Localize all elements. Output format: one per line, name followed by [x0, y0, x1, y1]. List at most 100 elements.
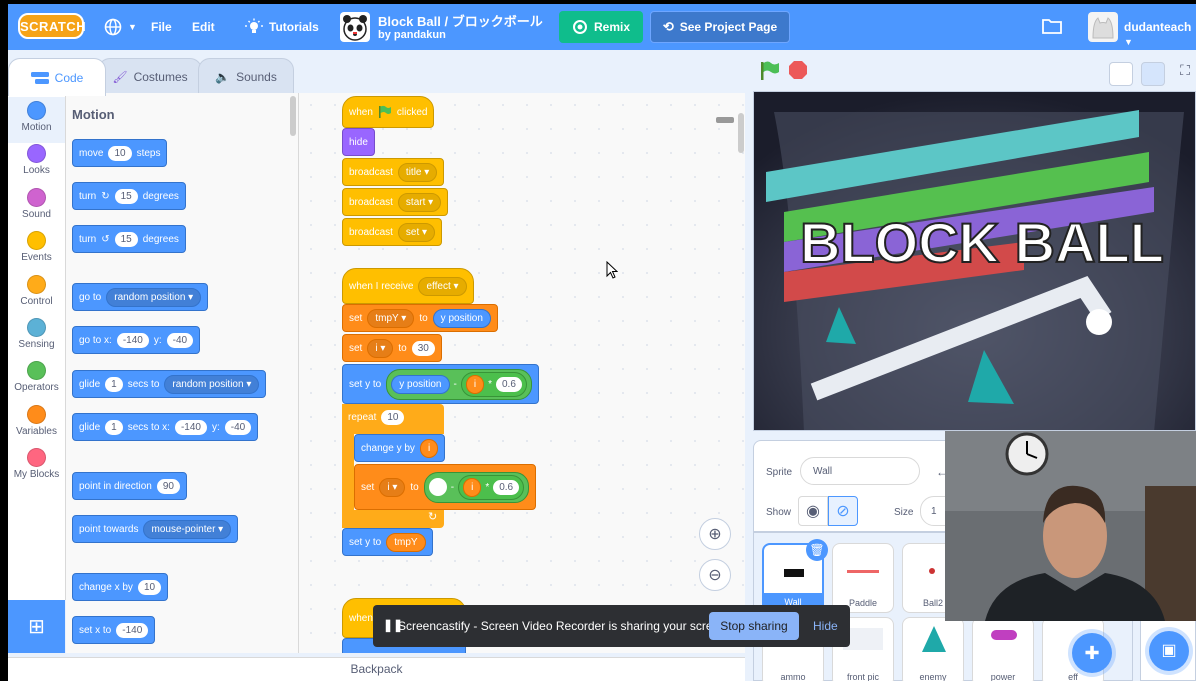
variable-reporter[interactable]: tmpY: [386, 532, 426, 552]
glide-block[interactable]: glide 1 secs to random position ▾: [72, 370, 267, 398]
block-dropdown[interactable]: tmpY ▾: [367, 308, 415, 328]
block-dropdown[interactable]: set ▾: [397, 222, 436, 242]
turn-left-block[interactable]: turn ↺ 15 degrees: [72, 225, 186, 253]
set-y-block[interactable]: set y to tmpY: [342, 528, 433, 556]
block-input[interactable]: -140: [116, 622, 149, 638]
block-input[interactable]: 1: [105, 419, 123, 435]
sprite-tile-enemy[interactable]: enemy: [902, 617, 964, 681]
block-input[interactable]: -40: [166, 332, 194, 348]
when-i-receive-block[interactable]: when I receive effect ▾: [342, 268, 474, 304]
when-flag-clicked-block[interactable]: when clicked: [342, 96, 435, 128]
stage-canvas[interactable]: BLOCK BALL: [753, 91, 1196, 431]
workspace-scrollbar[interactable]: [738, 113, 744, 153]
palette-scrollbar[interactable]: [290, 96, 296, 136]
empty-input[interactable]: [428, 478, 447, 496]
trash-icon[interactable]: 🗑: [806, 539, 828, 561]
point-direction-block[interactable]: point in direction 90: [72, 472, 187, 500]
turn-right-block[interactable]: turn ↻ 15 degrees: [72, 182, 186, 210]
stop-icon[interactable]: [788, 60, 808, 80]
subtract-operator[interactable]: y position - i * 0.6: [386, 368, 532, 400]
small-stage-button[interactable]: [1109, 62, 1133, 86]
green-flag-icon[interactable]: [758, 60, 780, 82]
change-y-block[interactable]: change y by i: [354, 434, 446, 462]
y-position-reporter[interactable]: y position: [432, 308, 491, 328]
point-towards-block[interactable]: point towards mouse-pointer ▾: [72, 515, 239, 543]
tab-code[interactable]: Code: [8, 58, 106, 96]
zoom-out-button[interactable]: ⊖: [699, 559, 731, 591]
block-input[interactable]: 15: [114, 231, 138, 247]
block-input[interactable]: 0.6: [493, 479, 520, 495]
stop-sharing-button[interactable]: Stop sharing: [709, 612, 799, 640]
avatar[interactable]: [1088, 12, 1118, 42]
tutorials-menu[interactable]: Tutorials: [245, 4, 319, 50]
move-steps-block[interactable]: move 10 steps: [72, 139, 168, 167]
block-dropdown[interactable]: start ▾: [397, 192, 442, 212]
add-extension-button[interactable]: ⊞: [8, 600, 65, 653]
project-author[interactable]: by pandakun: [378, 29, 446, 41]
script-workspace[interactable]: when clicked hide broadcast title ▾ broad…: [299, 93, 745, 653]
block-dropdown[interactable]: random position ▾: [106, 287, 202, 307]
add-backdrop-button[interactable]: ▣: [1149, 631, 1189, 671]
block-input[interactable]: 10: [137, 579, 162, 595]
project-title[interactable]: Block Ball / ブロックボール: [378, 11, 543, 30]
category-sensing[interactable]: Sensing: [8, 314, 65, 360]
normal-stage-button[interactable]: [1141, 62, 1165, 86]
fullscreen-icon[interactable]: ⛶: [1173, 62, 1196, 86]
see-project-page-button[interactable]: ⟲ See Project Page: [650, 11, 790, 43]
block-dropdown[interactable]: i ▾: [367, 338, 394, 358]
set-x-block[interactable]: set x to -140: [72, 616, 156, 644]
username[interactable]: dudanteach ▼: [1124, 20, 1196, 48]
multiply-operator[interactable]: i * 0.6: [460, 371, 527, 397]
block-input[interactable]: 30: [411, 340, 435, 356]
change-x-block[interactable]: change x by 10: [72, 573, 169, 601]
variable-reporter[interactable]: i: [419, 438, 439, 458]
backpack[interactable]: Backpack: [8, 657, 745, 681]
category-motion[interactable]: Motion: [8, 97, 65, 143]
block-dropdown[interactable]: mouse-pointer ▾: [143, 519, 232, 539]
category-sound[interactable]: Sound: [8, 184, 65, 230]
file-menu[interactable]: File: [151, 4, 172, 50]
sprite-tile-power[interactable]: power: [972, 617, 1034, 681]
variable-reporter[interactable]: i: [463, 477, 482, 497]
category-looks[interactable]: Looks: [8, 140, 65, 186]
hide-notification-button[interactable]: Hide: [813, 612, 838, 640]
edit-menu[interactable]: Edit: [192, 4, 215, 50]
zoom-in-button[interactable]: ⊕: [699, 518, 731, 550]
y-position-reporter[interactable]: y position: [391, 374, 450, 394]
go-to-block[interactable]: go to random position ▾: [72, 283, 209, 311]
multiply-operator[interactable]: i * 0.6: [458, 474, 525, 500]
block-dropdown[interactable]: random position ▾: [164, 374, 260, 394]
tab-costumes[interactable]: 🖌 Costumes: [98, 58, 202, 94]
scratch-logo[interactable]: SCRATCH: [18, 13, 86, 39]
block-input[interactable]: -140: [174, 419, 207, 435]
sprite-tile-wall[interactable]: Wall 🗑: [762, 539, 828, 613]
block-dropdown[interactable]: i ▾: [379, 477, 406, 497]
broadcast-block[interactable]: broadcast title ▾: [342, 158, 445, 186]
glide-xy-block[interactable]: glide 1 secs to x: -140 y: -40: [72, 413, 259, 441]
block-input[interactable]: -40: [224, 419, 252, 435]
broadcast-block[interactable]: broadcast set ▾: [342, 218, 443, 246]
folder-icon[interactable]: [1042, 17, 1062, 35]
variable-reporter[interactable]: i: [465, 374, 485, 394]
language-menu[interactable]: ▼: [104, 4, 137, 50]
workspace-collapse-icon[interactable]: [716, 117, 734, 123]
hide-block[interactable]: hide: [342, 128, 375, 156]
category-control[interactable]: Control: [8, 271, 65, 317]
show-hidden-button[interactable]: ⊘: [828, 496, 858, 526]
block-input[interactable]: 0.6: [495, 376, 522, 392]
sprite-name-input[interactable]: Wall: [800, 457, 920, 485]
block-input[interactable]: -140: [116, 332, 149, 348]
set-variable-block[interactable]: set tmpY ▾ to y position: [342, 304, 498, 332]
add-sprite-button[interactable]: ✚: [1072, 633, 1112, 673]
block-dropdown[interactable]: effect ▾: [418, 276, 467, 296]
block-input[interactable]: 10: [108, 145, 132, 161]
go-to-xy-block[interactable]: go to x: -140 y: -40: [72, 326, 201, 354]
block-input[interactable]: 1: [105, 376, 123, 392]
broadcast-block[interactable]: broadcast start ▾: [342, 188, 449, 216]
show-visible-button[interactable]: ◉: [798, 496, 828, 526]
sprite-tile-paddle[interactable]: Paddle: [832, 543, 894, 613]
block-input[interactable]: 15: [114, 188, 138, 204]
set-variable-block[interactable]: set i ▾ to - i * 0.6: [354, 464, 537, 510]
block-input[interactable]: 90: [156, 478, 180, 494]
tab-sounds[interactable]: 🔈 Sounds: [198, 58, 294, 94]
